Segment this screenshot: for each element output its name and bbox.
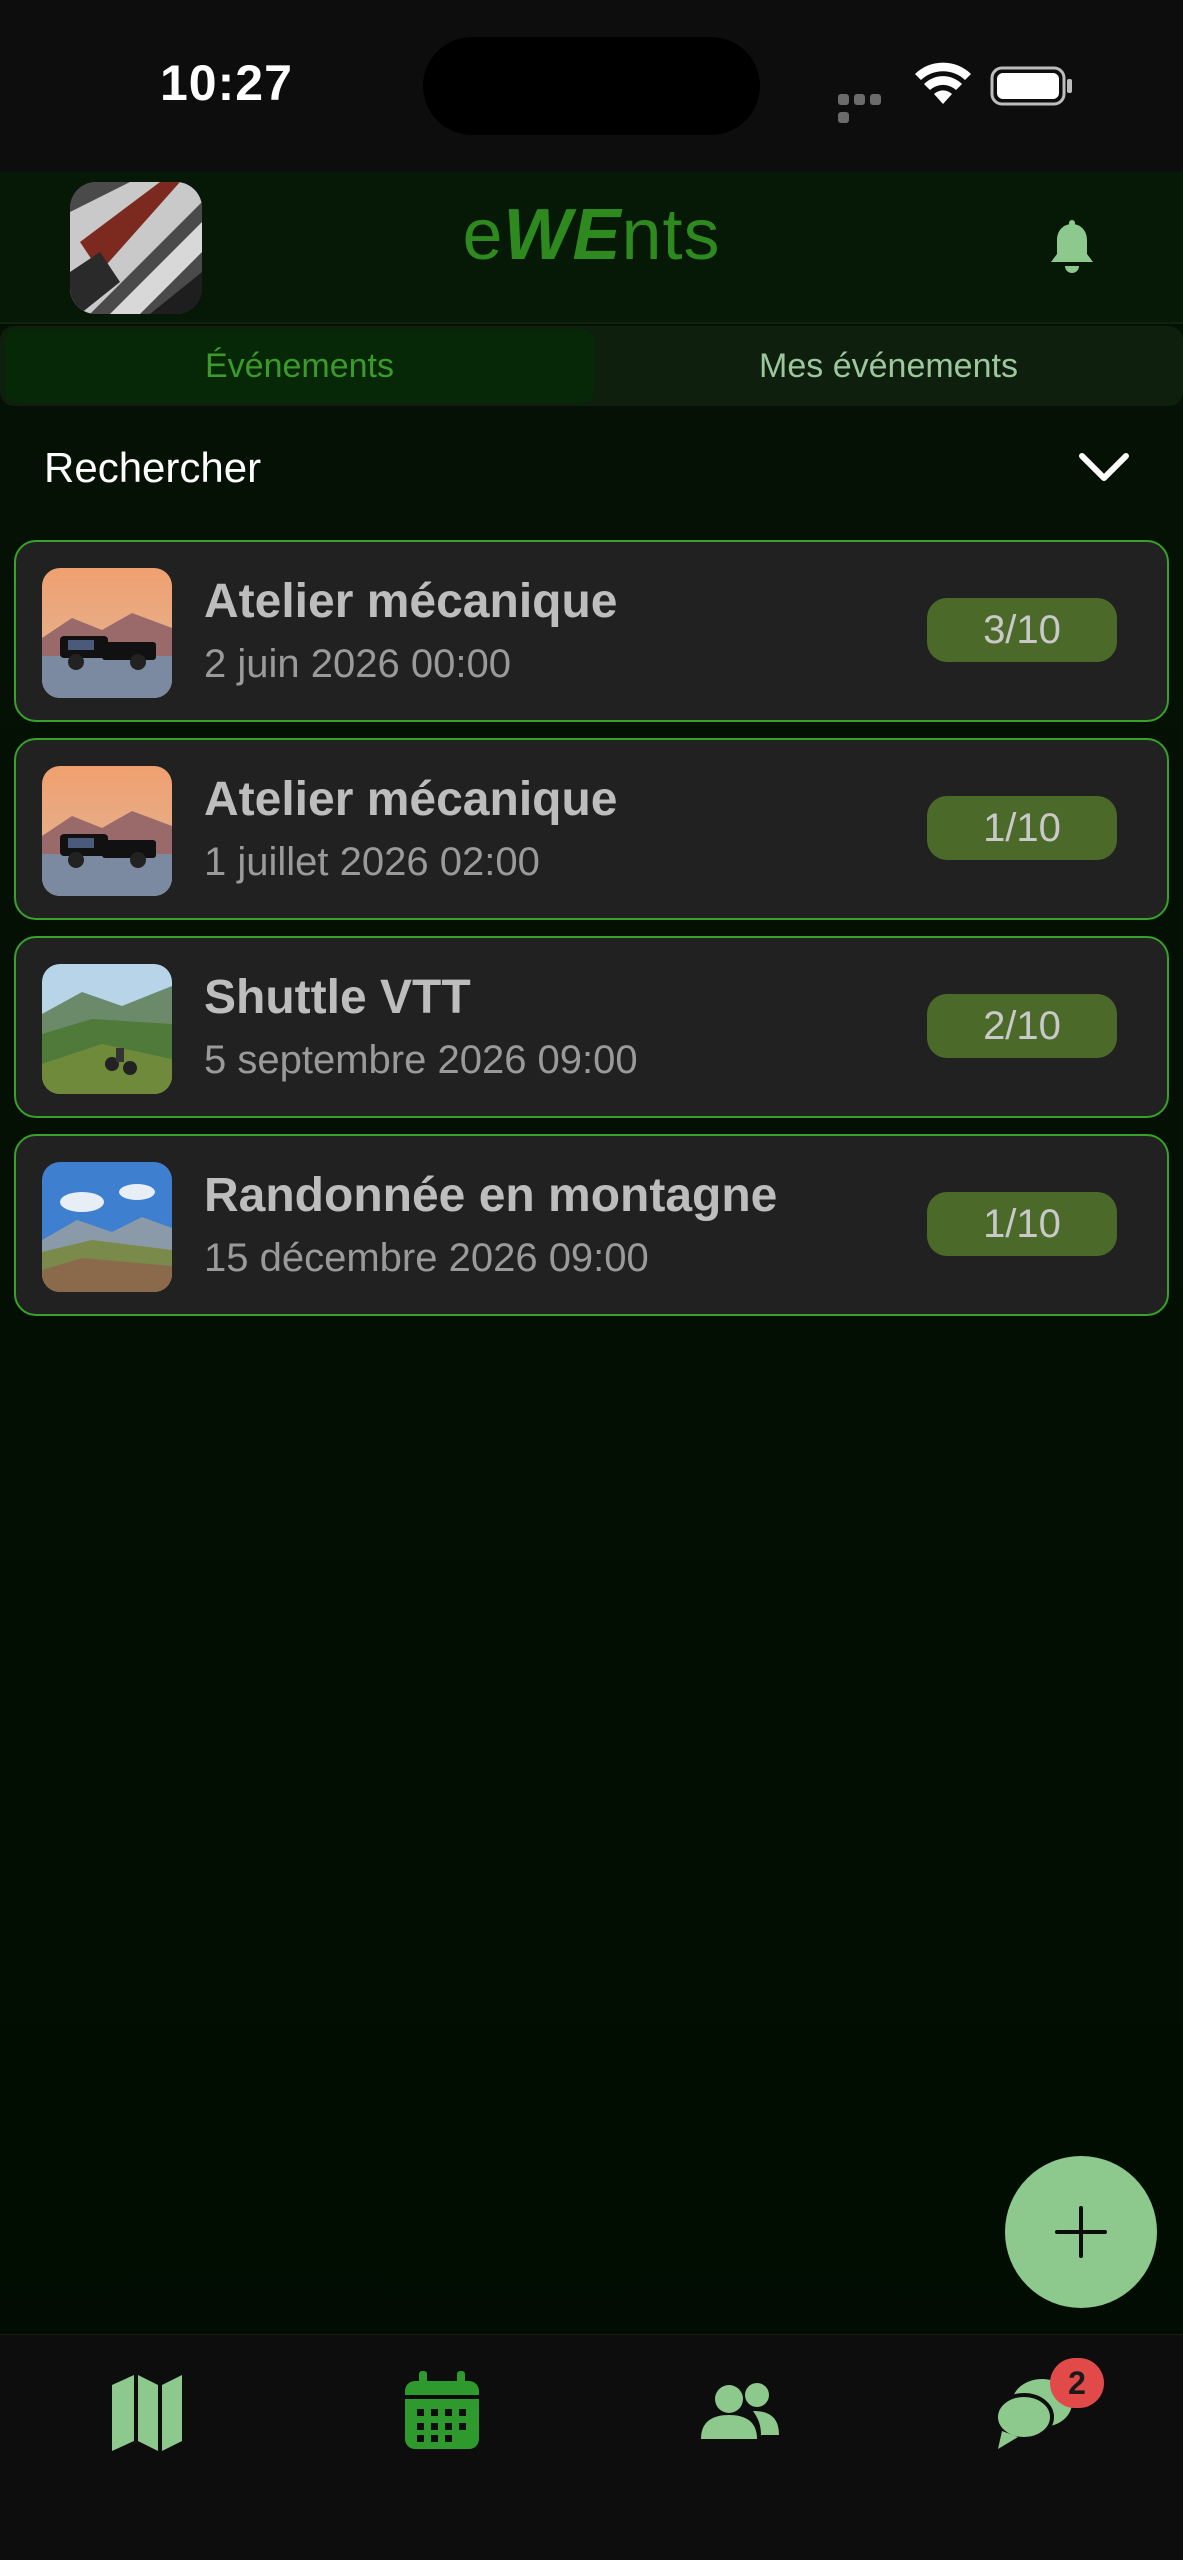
- event-thumbnail: [42, 766, 172, 896]
- event-title: Randonnée en montagne: [204, 1169, 778, 1222]
- chevron-down-icon[interactable]: [1078, 450, 1130, 484]
- battery-icon: [990, 66, 1072, 106]
- search-label: Rechercher: [44, 444, 262, 491]
- app-header: eWEnts: [0, 172, 1183, 324]
- tab-bar: Événements Mes événements: [0, 326, 1183, 406]
- event-thumbnail: [42, 1162, 172, 1292]
- mountain-landscape-image: [42, 1162, 172, 1292]
- event-date: 2 juin 2026 00:00: [204, 642, 511, 686]
- calendar-icon[interactable]: [397, 2365, 487, 2455]
- plus-icon: [1055, 2206, 1107, 2258]
- participants-badge: 1/10: [927, 1192, 1117, 1256]
- participants-badge: 3/10: [927, 598, 1117, 662]
- event-date: 15 décembre 2026 09:00: [204, 1236, 649, 1280]
- search-toggle[interactable]: Rechercher: [0, 420, 1183, 520]
- event-title: Atelier mécanique: [204, 773, 618, 826]
- map-icon[interactable]: [102, 2365, 192, 2455]
- app-title-highlight: WE: [503, 195, 622, 275]
- app-title-prefix: e: [462, 195, 504, 275]
- tab-evenements[interactable]: Événements: [5, 329, 594, 403]
- unread-messages-badge: 2: [1050, 2358, 1104, 2408]
- participants-badge: 2/10: [927, 994, 1117, 1058]
- pickup-truck-image: [42, 766, 172, 896]
- pickup-truck-image: [42, 568, 172, 698]
- mountain-bike-image: [42, 964, 172, 1094]
- bottom-nav: [0, 2334, 1183, 2560]
- tab-mes-evenements[interactable]: Mes événements: [594, 329, 1183, 403]
- cellular-signal-icon: [838, 92, 900, 123]
- dynamic-island: [423, 37, 760, 135]
- status-bar: 10:27: [0, 0, 1183, 172]
- event-card[interactable]: Randonnée en montagne 15 décembre 2026 0…: [14, 1134, 1169, 1316]
- event-thumbnail: [42, 964, 172, 1094]
- event-card[interactable]: Atelier mécanique 1 juillet 2026 02:00 1…: [14, 738, 1169, 920]
- event-date: 1 juillet 2026 02:00: [204, 840, 540, 884]
- participants-badge: 1/10: [927, 796, 1117, 860]
- screen: 10:27 eWEnts Événements Mes événements R…: [0, 0, 1183, 2560]
- event-date: 5 septembre 2026 09:00: [204, 1038, 638, 1082]
- wifi-icon: [915, 62, 971, 104]
- event-card[interactable]: Shuttle VTT 5 septembre 2026 09:00 2/10: [14, 936, 1169, 1118]
- add-event-button[interactable]: [1005, 2156, 1157, 2308]
- event-list: Atelier mécanique 2 juin 2026 00:00 3/10…: [14, 540, 1169, 1332]
- app-title-suffix: nts: [621, 195, 721, 275]
- event-thumbnail: [42, 568, 172, 698]
- event-card[interactable]: Atelier mécanique 2 juin 2026 00:00 3/10: [14, 540, 1169, 722]
- bell-icon[interactable]: [1046, 220, 1098, 276]
- users-icon[interactable]: [695, 2365, 785, 2455]
- status-time: 10:27: [160, 55, 293, 111]
- app-title: eWEnts: [0, 194, 1183, 276]
- event-title: Atelier mécanique: [204, 575, 618, 628]
- event-title: Shuttle VTT: [204, 971, 471, 1024]
